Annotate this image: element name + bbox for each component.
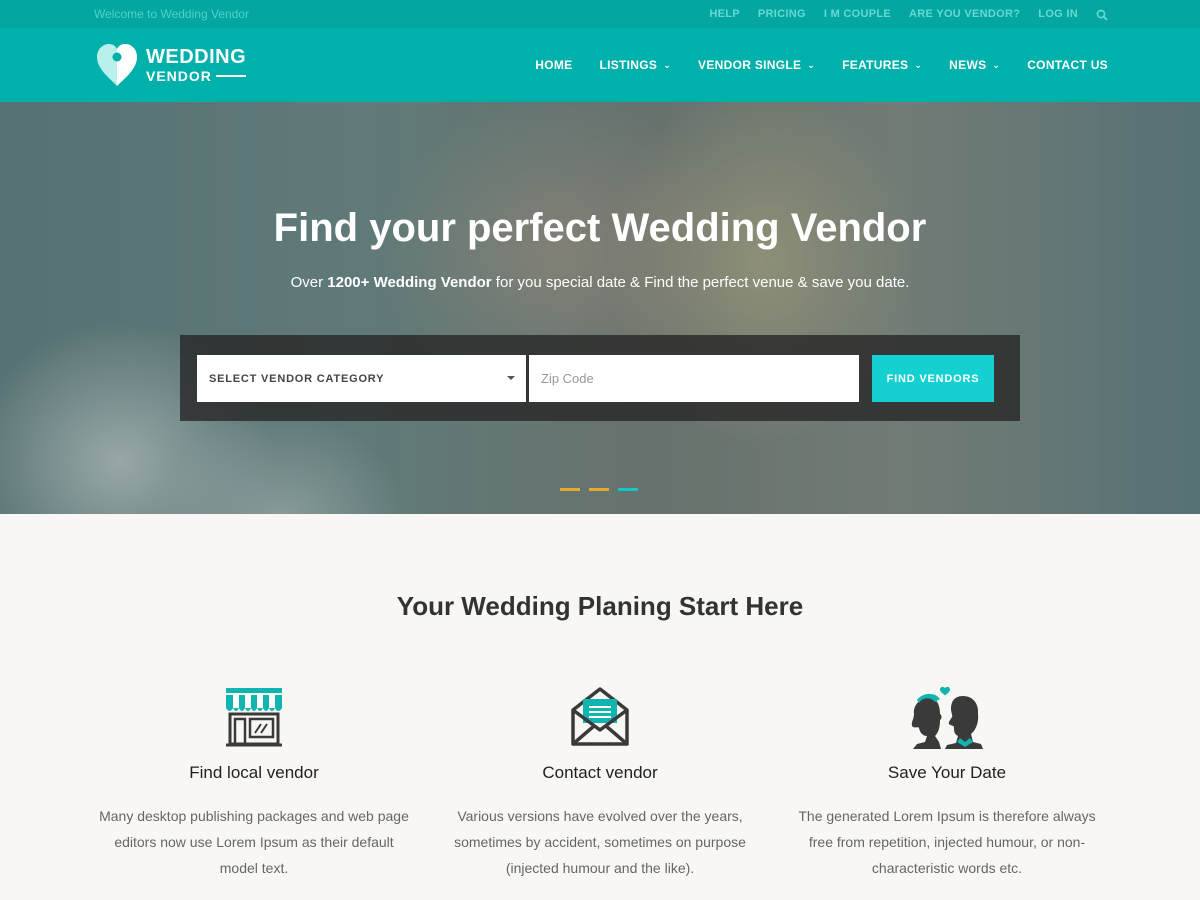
pricing-link[interactable]: PRICING: [758, 8, 806, 20]
vendor-link[interactable]: ARE YOU VENDOR?: [909, 8, 1020, 20]
nav-listings[interactable]: LISTINGS ⌄: [599, 58, 671, 72]
hero-title: Find your perfect Wedding Vendor: [273, 206, 927, 250]
feature-title: Save Your Date: [887, 763, 1007, 782]
storefront-icon: [89, 686, 419, 752]
hero-subtitle-pre: Over: [290, 274, 328, 291]
zip-code-input[interactable]: [529, 355, 859, 402]
nav-home[interactable]: HOME: [535, 58, 572, 72]
nav-contact[interactable]: CONTACT US: [1027, 58, 1108, 72]
vendor-category-select[interactable]: SELECT VENDOR CATEGORY: [197, 355, 526, 402]
hero-subtitle-post: for you special date & Find the perfect …: [491, 274, 910, 291]
logo-line1: WEDDING: [146, 46, 247, 68]
chevron-down-icon: ⌄: [992, 59, 1001, 70]
nav-vendor-single-label: VENDOR SINGLE: [698, 58, 802, 72]
nav-home-label: HOME: [535, 58, 573, 72]
nav-features[interactable]: FEATURES ⌄: [842, 58, 922, 72]
vendor-search-form: SELECT VENDOR CATEGORY FIND VENDORS: [180, 335, 1020, 421]
heart-pin-icon: [97, 44, 137, 86]
section-title: Your Wedding Planing Start Here: [396, 591, 804, 621]
caret-down-icon: [507, 376, 515, 380]
envelope-icon: [435, 686, 765, 752]
nav-news-label: NEWS: [949, 58, 987, 72]
site-logo[interactable]: WEDDING VENDOR: [94, 43, 246, 87]
logo-line2-text: VENDOR: [146, 68, 212, 84]
login-link[interactable]: LOG IN: [1038, 8, 1078, 20]
hero-subtitle-bold: 1200+ Wedding Vendor: [327, 274, 492, 291]
top-bar: Welcome to Wedding Vendor HELP PRICING I…: [0, 0, 1200, 28]
welcome-text: Welcome to Wedding Vendor: [94, 7, 249, 21]
feature-text: The generated Lorem Ipsum is therefore a…: [798, 808, 1096, 876]
feature-find-vendor: Find local vendor Many desktop publishin…: [89, 686, 419, 881]
chevron-down-icon: ⌄: [663, 59, 672, 70]
nav-news[interactable]: NEWS ⌄: [949, 58, 1000, 72]
feature-contact-vendor: Contact vendor Various versions have evo…: [435, 686, 765, 881]
find-vendors-button[interactable]: FIND VENDORS: [872, 355, 994, 402]
slider-dot[interactable]: [560, 488, 580, 491]
nav-listings-label: LISTINGS: [599, 58, 658, 72]
couple-link[interactable]: I M COUPLE: [824, 8, 891, 20]
feature-save-date: Save Your Date The generated Lorem Ipsum…: [782, 686, 1112, 881]
search-icon[interactable]: [1096, 8, 1108, 21]
main-header: WEDDING VENDOR HOME LISTINGS ⌄ VENDOR SIN…: [0, 28, 1200, 102]
nav-vendor-single[interactable]: VENDOR SINGLE ⌄: [698, 58, 815, 72]
couple-icon: [782, 686, 1112, 752]
top-links: HELP PRICING I M COUPLE ARE YOU VENDOR? …: [709, 8, 1108, 21]
slider-dot[interactable]: [618, 488, 638, 491]
nav-features-label: FEATURES: [842, 58, 909, 72]
main-nav: HOME LISTINGS ⌄ VENDOR SINGLE ⌄ FEATURES ⌄ …: [535, 58, 1108, 72]
logo-line2: VENDOR: [146, 69, 246, 83]
hero-subtitle: Over 1200+ Wedding Vendor for you specia…: [0, 274, 1200, 291]
chevron-down-icon: ⌄: [914, 59, 923, 70]
slider-dots: [560, 488, 638, 491]
logo-underline: [215, 75, 246, 77]
feature-title: Find local vendor: [189, 763, 319, 782]
feature-text: Many desktop publishing packages and web…: [99, 808, 409, 876]
feature-title: Contact vendor: [542, 763, 658, 782]
slider-dot[interactable]: [589, 488, 609, 491]
nav-contact-label: CONTACT US: [1027, 58, 1108, 72]
feature-text: Various versions have evolved over the y…: [454, 808, 746, 876]
hero-banner: Find your perfect Wedding Vendor Over 12…: [0, 102, 1200, 514]
chevron-down-icon: ⌄: [807, 59, 816, 70]
vendor-category-label: SELECT VENDOR CATEGORY: [209, 372, 385, 385]
help-link[interactable]: HELP: [709, 8, 740, 20]
